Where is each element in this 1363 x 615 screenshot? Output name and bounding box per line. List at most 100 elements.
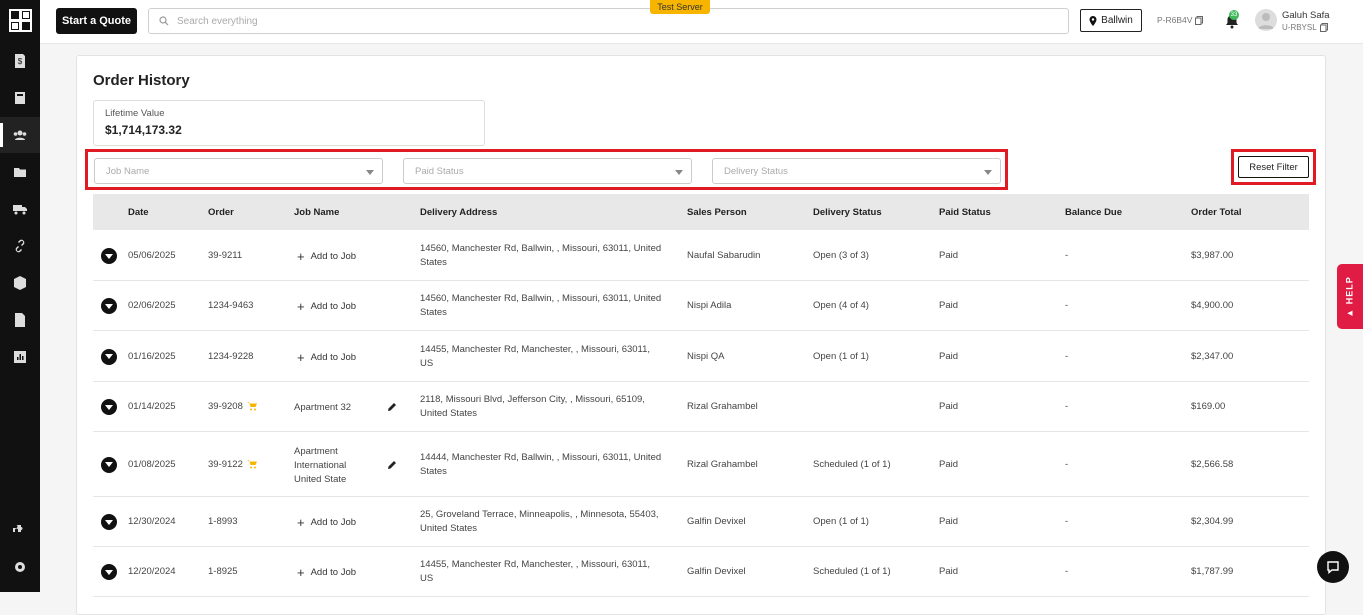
- catalog-icon[interactable]: [0, 80, 40, 116]
- paid-status: Paid: [939, 300, 959, 311]
- order-date: 01/08/2025: [128, 458, 176, 470]
- order-total: $169.00: [1191, 401, 1226, 412]
- balance-due: -: [1065, 458, 1069, 470]
- location-button[interactable]: Ballwin: [1080, 9, 1142, 32]
- order-number[interactable]: 1234-9463: [208, 300, 253, 311]
- integrations-icon[interactable]: [0, 513, 40, 549]
- settings-icon[interactable]: [0, 549, 40, 585]
- app-logo[interactable]: [9, 9, 32, 32]
- document-icon[interactable]: [0, 302, 40, 338]
- chevron-down-icon: [675, 170, 683, 175]
- page-title: Order History: [93, 72, 190, 89]
- delivery-status: Open (4 of 4): [813, 300, 869, 311]
- expand-row-button[interactable]: [101, 298, 117, 314]
- order-number[interactable]: 1-8925: [208, 566, 238, 577]
- paid-status: Paid: [939, 250, 959, 261]
- sales-person: Nispi QA: [687, 350, 725, 362]
- delivery-address: 14444, Manchester Rd, Ballwin, , Missour…: [420, 451, 662, 477]
- paid-status: Paid: [939, 350, 959, 362]
- job-name-select[interactable]: Job Name: [94, 158, 383, 184]
- plus-icon: +: [297, 515, 305, 530]
- column-header: Delivery Address: [420, 207, 498, 218]
- table-row[interactable]: 02/06/2025 1234-9463 + Add to Job 14560, Man…: [93, 281, 1309, 331]
- edit-icon[interactable]: [387, 402, 397, 412]
- cart-icon: [246, 459, 257, 469]
- balance-due: -: [1065, 350, 1069, 362]
- notification-badge: 33: [1229, 10, 1239, 20]
- order-number-text: 39-9122: [208, 458, 243, 470]
- search-icon: [159, 16, 169, 26]
- edit-icon[interactable]: [387, 460, 397, 470]
- add-to-job-button[interactable]: + Add to Job: [297, 350, 356, 365]
- delivery-address: 14455, Manchester Rd, Manchester, , Miss…: [420, 559, 651, 584]
- paid-status: Paid: [939, 401, 959, 412]
- balance-due: -: [1065, 401, 1069, 412]
- expand-row-button[interactable]: [101, 564, 117, 580]
- order-total: $2,566.58: [1191, 458, 1234, 470]
- order-number-text: 39-9208: [208, 401, 243, 412]
- column-header: Paid Status: [939, 207, 991, 218]
- location-pin-icon: [1089, 15, 1097, 26]
- order-number-text: 1-8925: [208, 566, 238, 577]
- order-total: $2,304.99: [1191, 516, 1234, 527]
- box-icon[interactable]: [0, 265, 40, 301]
- table-row[interactable]: 01/08/2025 39-9122 Apartment International…: [93, 432, 1309, 497]
- balance-due: -: [1065, 516, 1069, 527]
- lifetime-value: $1,714,173.32: [105, 123, 182, 137]
- add-to-job-label: Add to Job: [310, 567, 357, 578]
- order-number[interactable]: 39-9122: [208, 459, 257, 470]
- add-to-job-button[interactable]: + Add to Job: [297, 515, 356, 530]
- table-row[interactable]: 05/06/2025 39-9211 + Add to Job 14560, Manch…: [93, 231, 1309, 281]
- delivery-status: Open (3 of 3): [813, 250, 869, 261]
- expand-row-button[interactable]: [101, 456, 117, 473]
- reset-filter-button[interactable]: Reset Filter: [1238, 156, 1309, 178]
- paid-status-select[interactable]: Paid Status: [403, 158, 692, 184]
- delivery-status-select[interactable]: Delivery Status: [712, 158, 1001, 184]
- search-input[interactable]: Search everything: [148, 8, 1069, 34]
- add-to-job-button[interactable]: + Add to Job: [297, 299, 356, 314]
- table-row[interactable]: 12/30/2024 1-8993 + Add to Job 25, Groveland…: [93, 497, 1309, 547]
- add-to-job-button[interactable]: + Add to Job: [297, 249, 356, 264]
- add-to-job-button[interactable]: + Add to Job: [297, 565, 356, 580]
- expand-row-button[interactable]: [101, 348, 117, 365]
- order-history-card: Order History Lifetime Value $1,714,173.…: [76, 55, 1326, 615]
- avatar[interactable]: [1255, 9, 1277, 31]
- job-name-placeholder: Job Name: [106, 165, 150, 177]
- cart-icon: [246, 402, 257, 411]
- reports-icon[interactable]: [0, 339, 40, 375]
- invoice-icon[interactable]: $: [0, 43, 40, 79]
- user-code-text: U-RBYSL: [1282, 23, 1317, 32]
- link-icon[interactable]: [0, 228, 40, 264]
- add-to-job-label: Add to Job: [310, 251, 357, 262]
- job-name: Apartment International United State: [294, 445, 347, 485]
- start-quote-button[interactable]: Start a Quote: [56, 8, 137, 34]
- delivery-address: 14560, Manchester Rd, Ballwin, , Missour…: [420, 293, 662, 318]
- customers-icon[interactable]: [0, 117, 40, 153]
- table-row[interactable]: 12/20/2024 1-8925 + Add to Job 14455, Manche…: [93, 547, 1309, 597]
- copy-icon[interactable]: [1319, 23, 1328, 32]
- table-row[interactable]: 01/14/2025 39-9208 Apartment 32 2118, Misso…: [93, 382, 1309, 432]
- column-header: Sales Person: [687, 207, 747, 218]
- copy-icon[interactable]: [1195, 15, 1204, 25]
- order-number[interactable]: 1234-9228: [208, 351, 253, 362]
- expand-row-button[interactable]: [101, 514, 117, 530]
- order-number[interactable]: 1-8993: [208, 516, 238, 527]
- sales-person: Naufal Sabarudin: [687, 250, 761, 261]
- balance-due: -: [1065, 566, 1069, 577]
- order-number[interactable]: 39-9211: [208, 250, 242, 261]
- expand-row-button[interactable]: [101, 248, 117, 264]
- order-number[interactable]: 39-9208: [208, 401, 257, 412]
- chat-button[interactable]: [1317, 551, 1349, 583]
- order-date: 12/20/2024: [128, 566, 176, 577]
- help-tab[interactable]: ▲ HELP: [1337, 264, 1363, 329]
- plus-icon: +: [297, 249, 305, 264]
- svg-text:$: $: [18, 57, 23, 66]
- table-row[interactable]: 01/16/2025 1234-9228 + Add to Job 14455, Man…: [93, 331, 1309, 382]
- help-label: HELP: [1345, 275, 1355, 304]
- expand-row-button[interactable]: [101, 399, 117, 415]
- truck-icon[interactable]: [0, 191, 40, 227]
- folder-icon[interactable]: [0, 154, 40, 190]
- order-number-text: 1234-9463: [208, 300, 254, 311]
- order-total: $1,787.99: [1191, 566, 1234, 577]
- order-number-text: 1-8993: [208, 516, 238, 527]
